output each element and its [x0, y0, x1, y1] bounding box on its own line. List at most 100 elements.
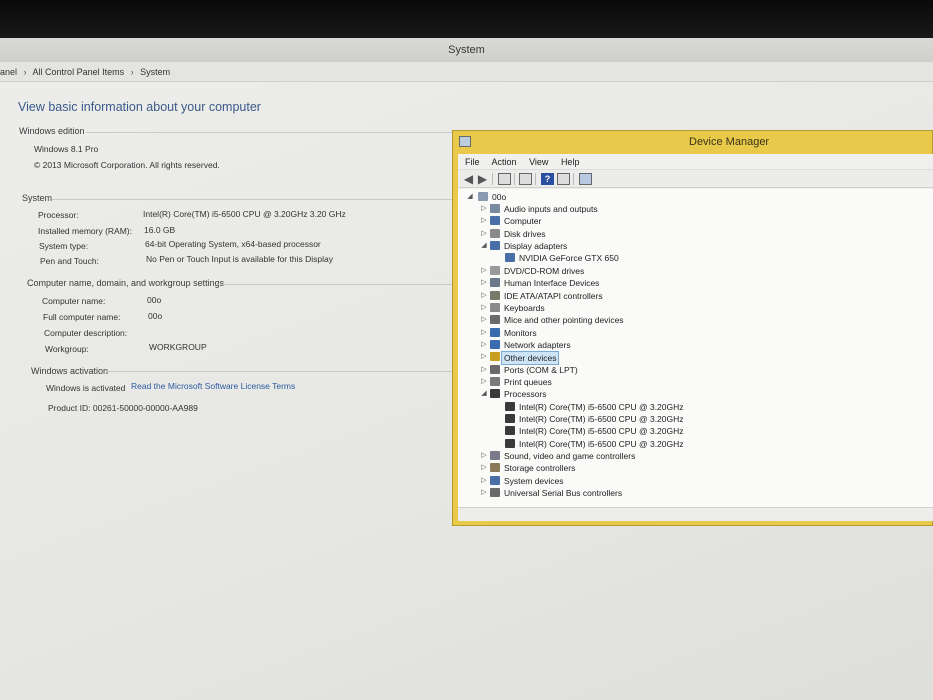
device-icon	[505, 438, 515, 448]
device-tree-item[interactable]: Intel(R) Core(TM) i5-6500 CPU @ 3.20GHz	[495, 438, 815, 450]
monitor-bezel	[0, 0, 933, 40]
device-tree-item[interactable]: ◢ Display adapters	[480, 240, 800, 252]
system-titlebar: System	[0, 38, 933, 62]
device-tree-item[interactable]: ▷ Universal Serial Bus controllers	[480, 487, 800, 499]
device-manager-titlebar[interactable]: Device Manager	[453, 131, 933, 153]
section-divider	[216, 284, 452, 285]
breadcrumb-item[interactable]: anel	[0, 67, 17, 77]
forward-arrow-icon[interactable]: ▶	[476, 173, 489, 185]
device-tree-item[interactable]: ▷ Network adapters	[480, 339, 800, 351]
license-terms-link[interactable]: Read the Microsoft Software License Term…	[131, 381, 295, 391]
device-tree-label: IDE ATA/ATAPI controllers	[504, 290, 603, 301]
expand-icon[interactable]: ▷	[480, 376, 488, 388]
menu-action[interactable]: Action	[492, 157, 517, 167]
expand-icon[interactable]: ▷	[480, 215, 488, 227]
expand-icon[interactable]: ▷	[480, 314, 488, 326]
device-tree-label: Sound, video and game controllers	[504, 451, 636, 461]
device-icon	[490, 302, 500, 312]
device-tree-item[interactable]: ▷ DVD/CD-ROM drives	[480, 265, 800, 277]
device-tree-item[interactable]: NVIDIA GeForce GTX 650	[495, 252, 815, 264]
expand-icon[interactable]: ▷	[480, 290, 488, 302]
toolbar-separator	[514, 173, 515, 185]
device-tree-item[interactable]: ▷ Audio inputs and outputs	[480, 203, 800, 215]
device-tree-label: Universal Serial Bus controllers	[504, 488, 623, 499]
expand-icon[interactable]: ▷	[480, 203, 488, 215]
expand-icon[interactable]: ▷	[480, 475, 488, 487]
device-icon	[490, 204, 500, 213]
device-icon	[490, 376, 500, 386]
breadcrumb-item[interactable]: All Control Panel Items	[33, 67, 125, 77]
properties-icon[interactable]	[498, 173, 511, 185]
device-tree-item[interactable]: Intel(R) Core(TM) i5-6500 CPU @ 3.20GHz	[495, 401, 815, 413]
device-tree-item[interactable]: ▷ Other devices	[480, 351, 800, 366]
device-tree-item[interactable]: ▷ Computer	[480, 215, 800, 227]
pen-touch-label: Pen and Touch:	[40, 256, 99, 266]
expand-icon[interactable]: ▷	[480, 339, 488, 351]
device-tree-item[interactable]: ◢ Processors	[480, 388, 800, 400]
collapse-icon[interactable]: ◢	[480, 240, 488, 252]
root-label: 00o	[492, 192, 507, 202]
device-tree-label: Intel(R) Core(TM) i5-6500 CPU @ 3.20GHz	[519, 413, 684, 424]
expand-icon[interactable]: ▷	[480, 351, 488, 363]
breadcrumb[interactable]: anel › All Control Panel Items › System	[0, 62, 933, 82]
device-tree-item[interactable]: ▷ Human Interface Devices	[480, 277, 800, 289]
device-icon	[490, 475, 500, 485]
device-tree-label: DVD/CD-ROM drives	[504, 265, 585, 276]
device-tree-item[interactable]: ▷ Sound, video and game controllers	[480, 450, 800, 462]
device-tree-item[interactable]: ▷ Keyboards	[480, 302, 800, 314]
expand-icon[interactable]: ▷	[480, 327, 488, 339]
expand-icon[interactable]: ▷	[480, 487, 488, 499]
expand-icon[interactable]: ▷	[480, 265, 488, 277]
page-title: View basic information about your comput…	[18, 100, 261, 114]
expand-icon[interactable]: ▷	[480, 277, 488, 289]
computer-name-value: 00o	[147, 295, 162, 305]
breadcrumb-item[interactable]: System	[140, 67, 170, 77]
device-tree-label: Ports (COM & LPT)	[504, 364, 578, 375]
show-hidden-icon[interactable]	[557, 173, 570, 185]
memory-label: Installed memory (RAM):	[38, 226, 132, 236]
device-tree-label: Processors	[504, 389, 547, 400]
device-tree-label: Disk drives	[504, 228, 546, 239]
tree-root[interactable]: ◢ 00o	[466, 191, 666, 203]
expand-icon[interactable]: ▷	[480, 228, 488, 240]
collapse-icon[interactable]: ◢	[466, 191, 474, 203]
workgroup-value: WORKGROUP	[149, 342, 207, 352]
device-tree-label: Print queues	[504, 376, 552, 387]
computer-icon	[478, 192, 488, 201]
device-tree-label: Network adapters	[504, 339, 571, 350]
device-tree-item[interactable]: ▷ Storage controllers	[480, 462, 800, 474]
device-icon	[490, 364, 500, 374]
expand-icon[interactable]: ▷	[480, 450, 488, 462]
device-tree-item[interactable]: ▷ Mice and other pointing devices	[480, 314, 800, 326]
device-tree-item[interactable]: ▷ Ports (COM & LPT)	[480, 364, 800, 376]
expand-icon[interactable]: ▷	[480, 302, 488, 314]
expand-icon[interactable]: ▷	[480, 364, 488, 376]
device-icon	[490, 352, 500, 362]
menu-view[interactable]: View	[529, 157, 548, 167]
device-icon	[505, 253, 515, 263]
device-tree-item[interactable]: Intel(R) Core(TM) i5-6500 CPU @ 3.20GHz	[495, 425, 815, 437]
toolbar-separator	[492, 173, 493, 185]
device-tree-item[interactable]: ▷ Disk drives	[480, 228, 800, 240]
expand-icon[interactable]: ▷	[480, 462, 488, 474]
device-icon	[490, 451, 500, 460]
device-tree-label: Computer	[504, 216, 542, 227]
help-icon[interactable]: ?	[541, 173, 554, 185]
collapse-icon[interactable]: ◢	[480, 388, 488, 400]
device-tree-label: System devices	[504, 475, 564, 486]
device-tree-item[interactable]: ▷ Print queues	[480, 376, 800, 388]
device-tree-item[interactable]: Intel(R) Core(TM) i5-6500 CPU @ 3.20GHz	[495, 413, 815, 425]
menu-file[interactable]: File	[465, 157, 480, 167]
device-tree-item[interactable]: ▷ IDE ATA/ATAPI controllers	[480, 290, 800, 302]
breadcrumb-separator-icon: ›	[130, 67, 134, 77]
menu-help[interactable]: Help	[561, 157, 580, 167]
device-icon	[490, 463, 500, 473]
device-tree-item[interactable]: ▷ Monitors	[480, 327, 800, 339]
device-tree: ◢ 00o ▷ Audio inputs and outputs ▷ Computer…	[458, 189, 933, 507]
update-icon[interactable]	[519, 173, 532, 185]
scan-hardware-icon[interactable]	[579, 173, 592, 185]
windows-edition-title: Windows edition	[19, 126, 85, 136]
back-arrow-icon[interactable]: ◀	[462, 173, 475, 185]
device-tree-item[interactable]: ▷ System devices	[480, 475, 800, 487]
device-tree-label: Keyboards	[504, 302, 545, 313]
